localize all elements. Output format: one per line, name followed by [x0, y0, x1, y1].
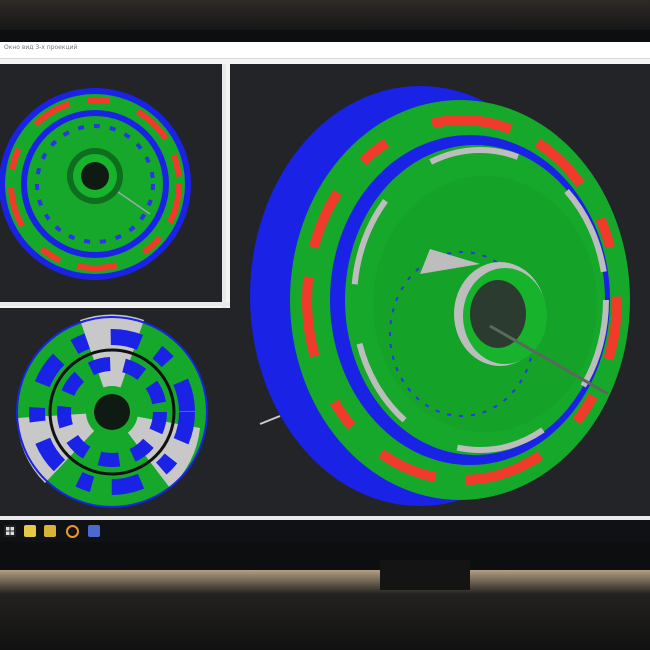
- desk-surface: [0, 570, 650, 650]
- windows-start-icon[interactable]: [4, 525, 16, 537]
- room-background: [0, 0, 650, 30]
- chrome-icon[interactable]: [66, 525, 79, 538]
- window-titlebar[interactable]: Окно вид 3-х проекций: [0, 42, 650, 59]
- disc-section-render: [16, 314, 208, 508]
- taskbar: [0, 520, 650, 542]
- monitor-screen: Окно вид 3-х проекций: [0, 42, 650, 542]
- file-explorer-icon[interactable]: [44, 525, 56, 537]
- viewport-front-view[interactable]: [0, 64, 222, 302]
- viewport-perspective-view[interactable]: [230, 64, 650, 516]
- viewport-section-view[interactable]: [0, 308, 240, 516]
- window-title: Окно вид 3-х проекций: [4, 44, 78, 51]
- monitor-stand: [380, 560, 470, 590]
- disc-perspective-render: [250, 86, 630, 506]
- sticky-notes-icon[interactable]: [24, 525, 36, 537]
- viewport-divider-horizontal[interactable]: [0, 302, 234, 306]
- disc-front-render: [0, 88, 191, 280]
- app-icon[interactable]: [88, 525, 100, 537]
